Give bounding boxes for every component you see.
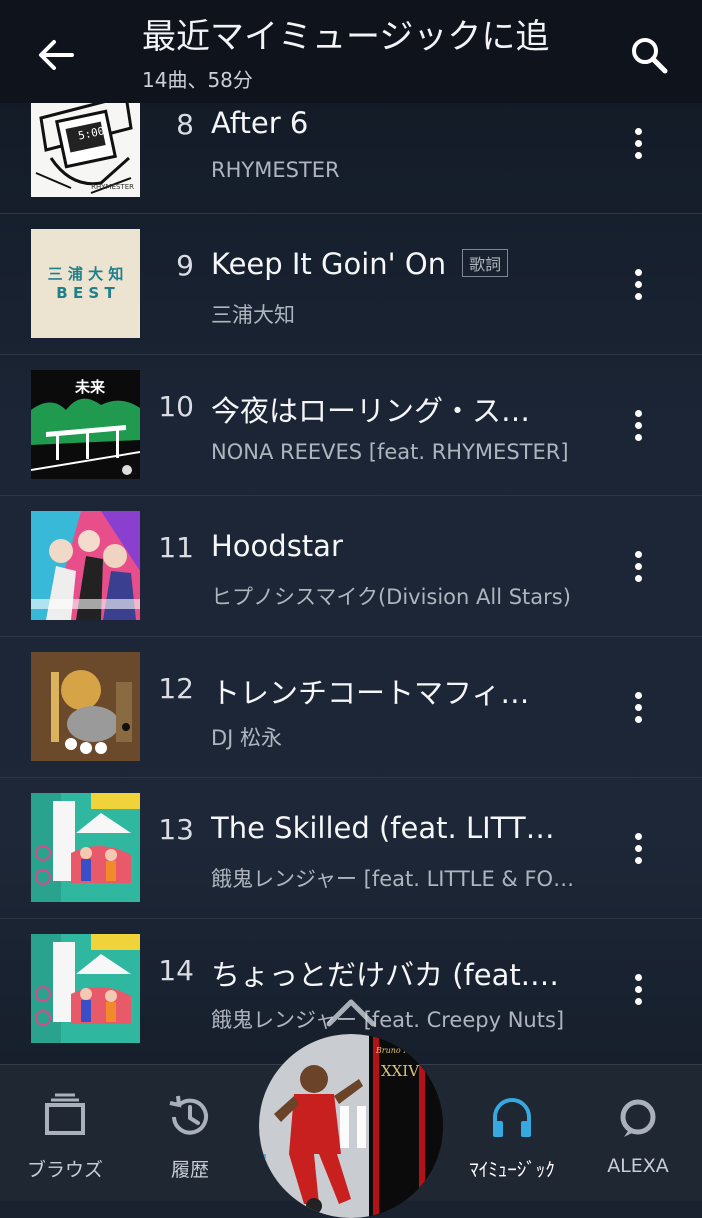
track-title: Keep It Goin' On 歌詞 [211, 247, 509, 281]
nav-alexa-label: ALEXA [607, 1155, 669, 1177]
now-playing-button[interactable]: XXIV Bruno Mars [259, 1034, 443, 1218]
more-options-icon[interactable] [620, 403, 656, 447]
track-title: Hoodstar [211, 529, 343, 563]
nav-browse[interactable]: ブラウズ [0, 1065, 130, 1201]
history-icon [125, 1093, 255, 1141]
track-row[interactable]: 未来 10 今夜はローリング・ス… NONA REEVES [feat. RHY… [0, 354, 702, 496]
album-art: 三 浦 大 知 B E S T [31, 229, 140, 338]
album-art [31, 511, 140, 620]
track-artist: DJ 松永 [211, 726, 283, 750]
album-art-brand: RHYMESTER [91, 183, 134, 191]
track-number: 11 [158, 531, 194, 564]
track-artist: ヒプノシスマイク(Division All Stars) [211, 585, 571, 609]
track-number: 8 [176, 108, 194, 141]
track-title-text: Keep It Goin' On [211, 247, 447, 281]
nav-alexa[interactable]: ALEXA [573, 1065, 702, 1201]
nav-history-label: 履歴 [170, 1159, 209, 1181]
album-art [31, 793, 140, 902]
track-number: 9 [176, 249, 194, 282]
track-artist: 餓鬼レンジャー [feat. LITTLE & FO… [211, 867, 575, 891]
album-art-line2: B E S T [56, 284, 115, 302]
app-header: 最近マイミュージックに追 14曲、58分 [0, 0, 702, 103]
track-number: 12 [158, 672, 194, 705]
album-art: 未来 [31, 370, 140, 479]
track-row[interactable]: 13 The Skilled (feat. LITTLE… 餓鬼レンジャー [f… [0, 777, 702, 919]
track-title: ちょっとだけバカ (feat.… [211, 958, 559, 992]
track-artist: 餓鬼レンジャー [feat. Creepy Nuts] [211, 1008, 565, 1032]
more-options-icon[interactable] [620, 544, 656, 588]
track-artist: NONA REEVES [feat. RHYMESTER] [211, 440, 569, 464]
track-number: 14 [158, 954, 194, 987]
track-row[interactable]: 11 Hoodstar ヒプノシスマイク(Division All Stars) [0, 495, 702, 637]
nav-my-music[interactable]: ﾏｲﾐｭｰｼﾞｯｸ [447, 1065, 577, 1201]
album-art: 5:00 RHYMESTER [31, 88, 140, 197]
more-options-icon[interactable] [620, 121, 656, 165]
track-row[interactable]: 三 浦 大 知 B E S T 9 Keep It Goin' On 歌詞 三浦大… [0, 213, 702, 355]
album-art-line1: 三 浦 大 知 [47, 265, 124, 283]
lyrics-badge: 歌詞 [462, 249, 509, 277]
track-artist: 三浦大知 [211, 303, 295, 327]
pause-icon[interactable] [338, 1106, 368, 1148]
page-subtitle: 14曲、58分 [142, 68, 253, 92]
now-playing-album-artist: Bruno Mars [375, 1046, 425, 1055]
more-options-icon[interactable] [620, 967, 656, 1011]
now-playing-album-title: XXIV [380, 1062, 420, 1080]
track-title: After 6 [211, 106, 309, 140]
track-number: 10 [158, 390, 194, 423]
browse-icon [0, 1093, 130, 1141]
back-button[interactable] [28, 30, 84, 80]
more-options-icon[interactable] [620, 685, 656, 729]
expand-chevron-up-icon[interactable] [323, 992, 379, 1032]
page-title: 最近マイミュージックに追 [142, 17, 550, 57]
nav-browse-label: ブラウズ [26, 1159, 103, 1181]
album-art-title: 未来 [75, 378, 106, 396]
album-art [31, 652, 140, 761]
arrow-left-icon [39, 40, 74, 70]
track-title: The Skilled (feat. LITTLE… [211, 811, 561, 845]
more-options-icon[interactable] [620, 262, 656, 306]
more-options-icon[interactable] [620, 826, 656, 870]
alexa-icon [573, 1093, 702, 1141]
track-row[interactable]: 12 トレンチコートマフィ… DJ 松永 [0, 636, 702, 778]
track-number: 13 [158, 813, 194, 846]
track-title: トレンチコートマフィ… [211, 676, 530, 710]
headphones-icon [447, 1093, 577, 1141]
track-artist: RHYMESTER [211, 158, 340, 182]
album-art [31, 934, 140, 1043]
search-button[interactable] [624, 30, 674, 80]
nav-my-music-label: ﾏｲﾐｭｰｼﾞｯｸ [469, 1159, 555, 1181]
nav-history[interactable]: 履歴 [125, 1065, 255, 1201]
search-icon [632, 38, 668, 74]
track-title: 今夜はローリング・ス… [211, 394, 531, 428]
